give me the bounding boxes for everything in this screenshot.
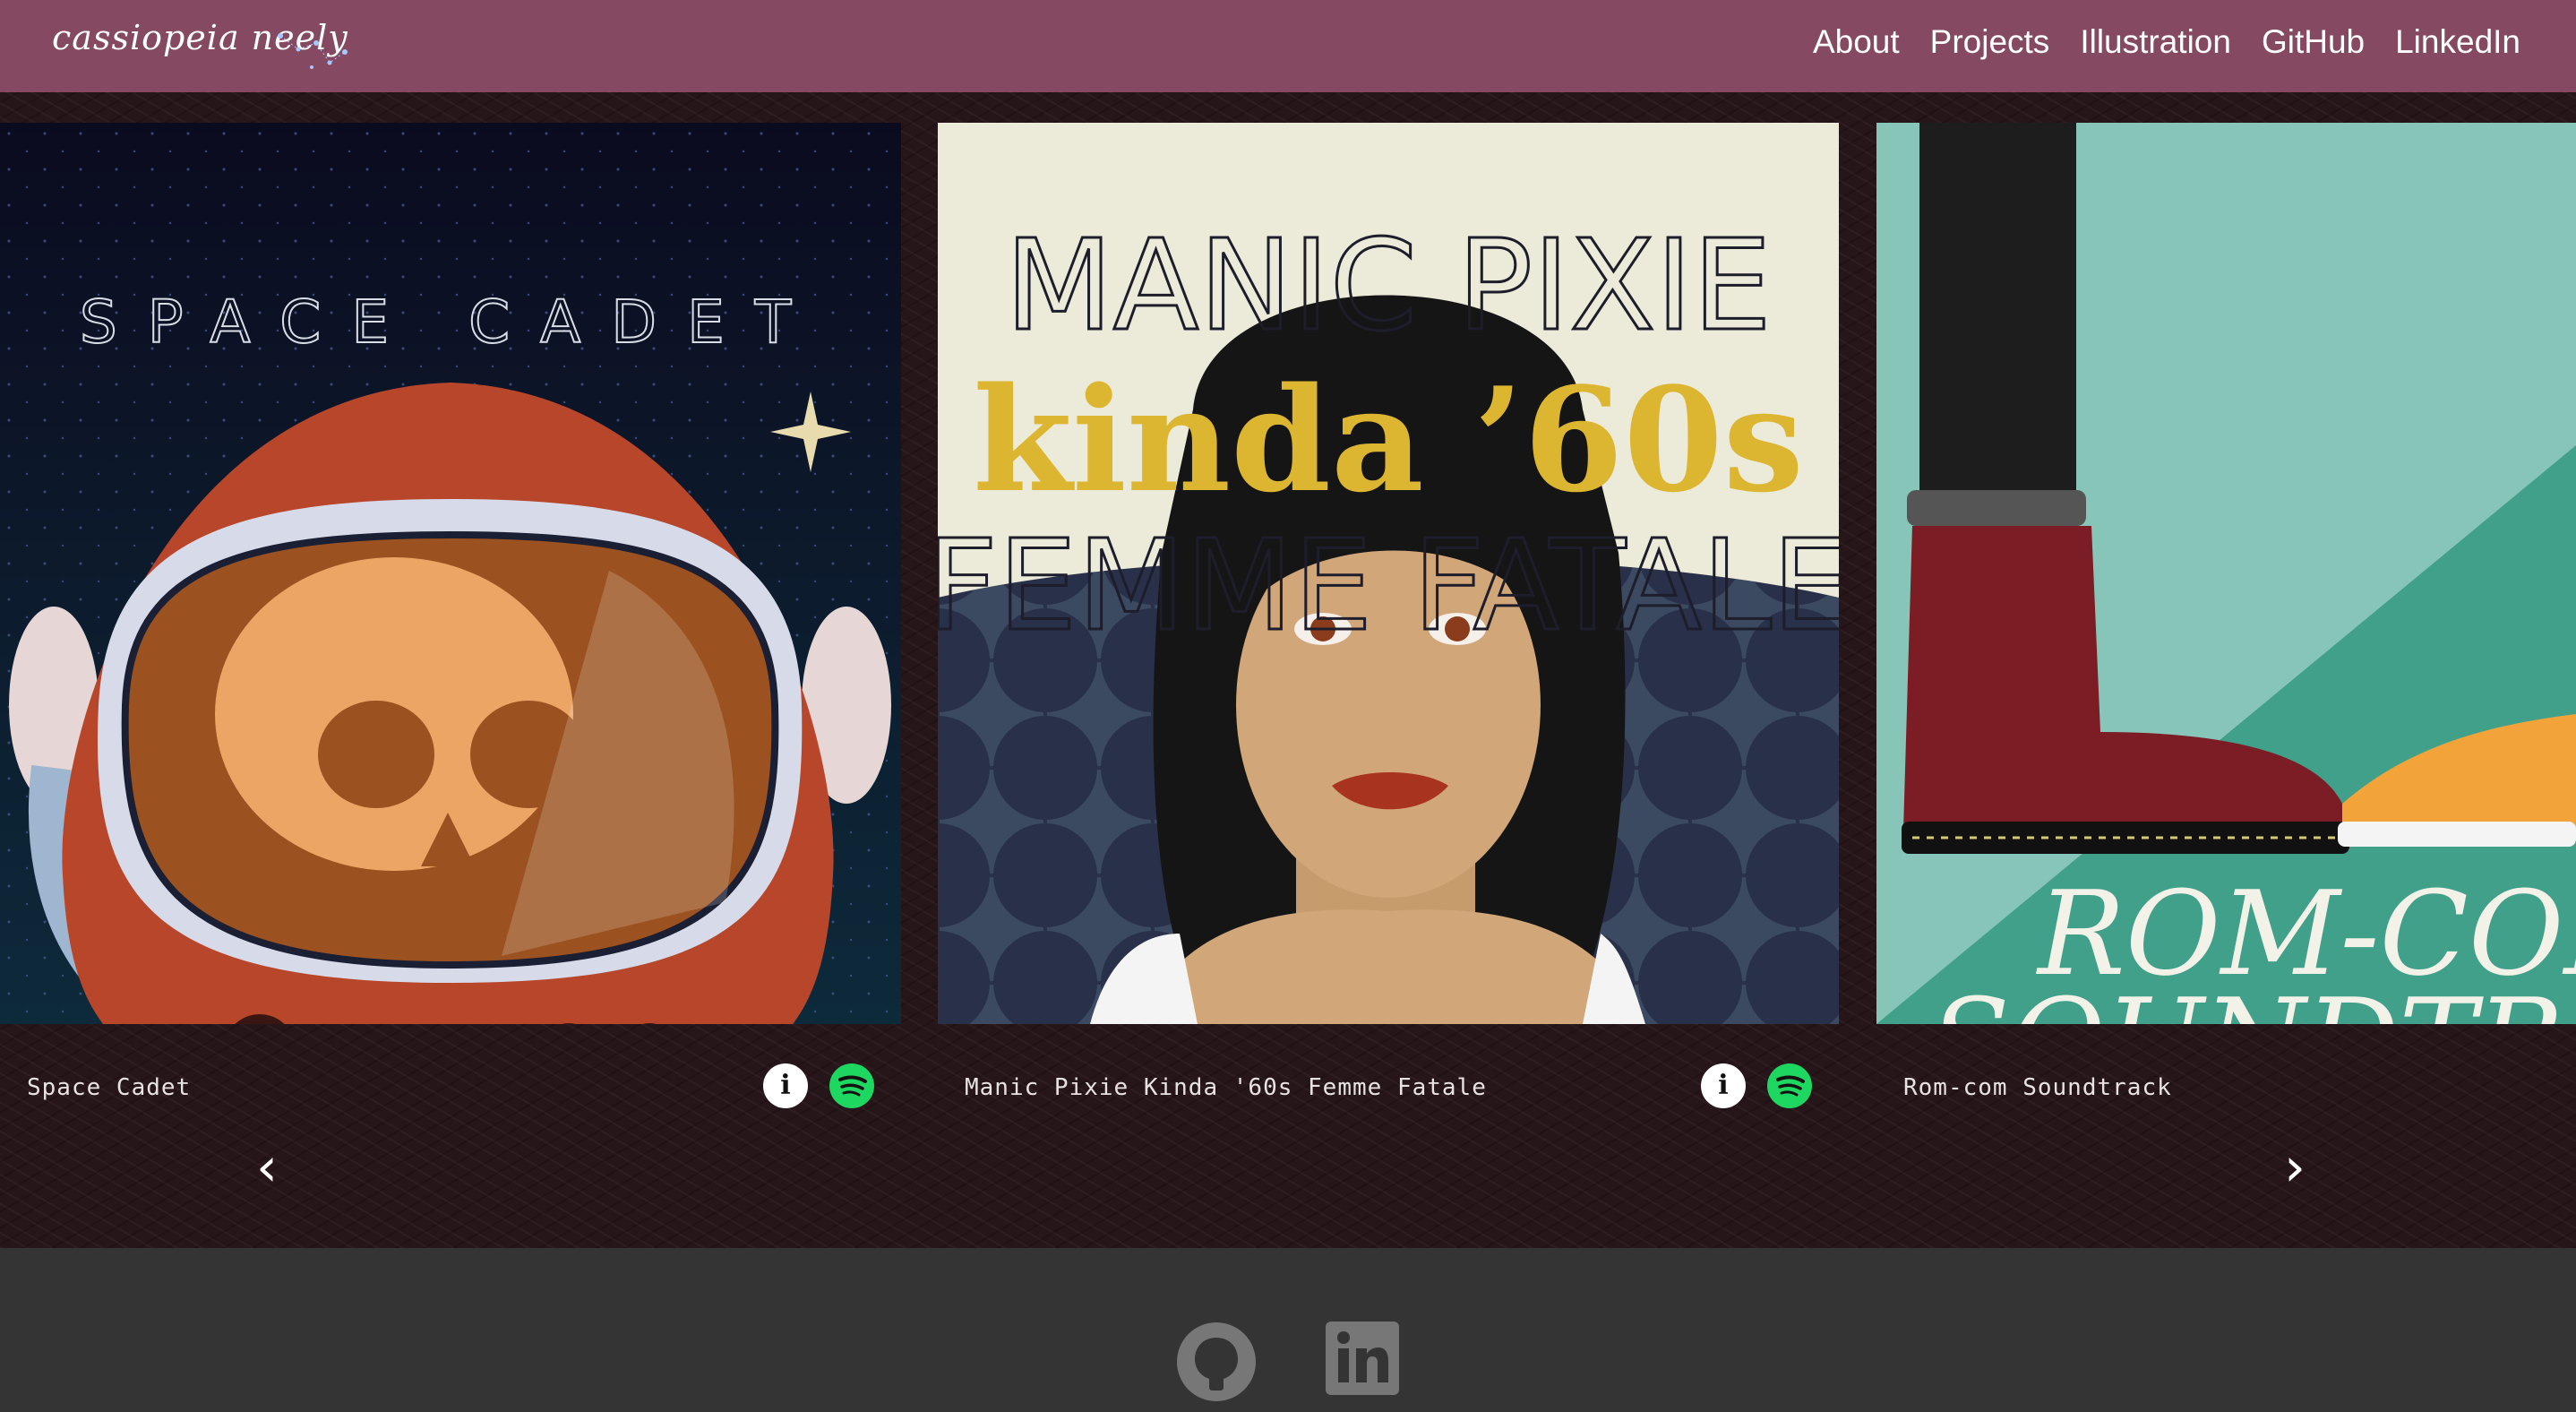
card-title: Rom-com Soundtrack (1903, 1074, 2172, 1101)
space-cadet-artwork[interactable]: SPACE CADET (0, 123, 901, 1024)
manic-pixie-art-line1: MANIC PIXIE (1005, 213, 1772, 359)
nav-illustration[interactable]: Illustration (2080, 23, 2231, 61)
info-icon: i (1718, 1070, 1729, 1101)
spotify-icon (838, 1075, 867, 1097)
navbar: cassiopeia neely About Projects Illustra… (0, 0, 2576, 92)
manic-pixie-art-line2: kinda ’60s (973, 356, 1804, 524)
info-button[interactable]: i (1701, 1063, 1746, 1108)
footer-linkedin-link[interactable] (1326, 1322, 1399, 1399)
github-icon (1177, 1322, 1256, 1401)
carousel-prev-button[interactable]: ‹ (256, 1141, 278, 1194)
card-title: Manic Pixie Kinda '60s Femme Fatale (965, 1074, 1487, 1101)
nav-links: About Projects Illustration GitHub Linke… (1813, 23, 2520, 61)
info-button[interactable]: i (763, 1063, 808, 1108)
space-cadet-art-title: SPACE CADET (80, 288, 821, 357)
spotify-icon (1776, 1075, 1805, 1097)
nav-about[interactable]: About (1813, 23, 1900, 61)
constellation-icon (278, 33, 348, 69)
manic-pixie-art-line3: FEMME FATALE (938, 513, 1839, 659)
footer (0, 1248, 2576, 1412)
nav-linkedin[interactable]: LinkedIn (2395, 23, 2520, 61)
nav-projects[interactable]: Projects (1930, 23, 2050, 61)
illustration-carousel: SPACE CADET Space Cadet i MANIC PIXIE ki… (0, 92, 2576, 1248)
nav-github[interactable]: GitHub (2262, 23, 2365, 61)
rom-com-art-line2: SOUNDTRACK (1930, 973, 2576, 1024)
rom-com-artwork[interactable]: ROM-COM SOUNDTRACK (1876, 123, 2576, 1024)
carousel-next-button[interactable]: › (2284, 1141, 2306, 1194)
spotify-button[interactable] (829, 1063, 874, 1108)
linkedin-icon (1326, 1322, 1399, 1395)
card-title: Space Cadet (27, 1074, 192, 1101)
footer-github-link[interactable] (1176, 1322, 1257, 1406)
spotify-button[interactable] (1767, 1063, 1812, 1108)
info-icon: i (780, 1070, 791, 1101)
manic-pixie-artwork[interactable]: MANIC PIXIE kinda ’60s FEMME FATALE (938, 123, 1839, 1024)
